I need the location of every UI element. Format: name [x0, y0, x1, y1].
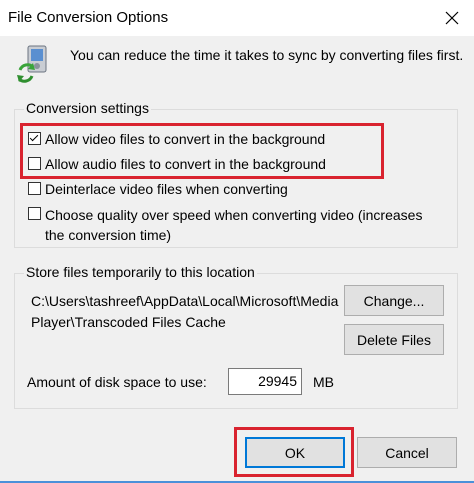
intro-text: You can reduce the time it takes to sync… — [70, 47, 464, 63]
deinterlace-video-checkbox[interactable] — [28, 182, 41, 195]
cancel-button[interactable]: Cancel — [357, 437, 457, 468]
title-bar: File Conversion Options — [0, 0, 474, 36]
close-button[interactable] — [430, 0, 474, 36]
deinterlace-video-option[interactable]: Deinterlace video files when converting — [28, 180, 288, 198]
window-title: File Conversion Options — [8, 9, 169, 26]
delete-files-button[interactable]: Delete Files — [344, 324, 444, 355]
storage-label: Store files temporarily to this location — [24, 264, 257, 280]
disk-space-label: Amount of disk space to use: — [27, 374, 207, 390]
file-conversion-options-dialog: File Conversion Options You can reduce t… — [0, 0, 474, 483]
quality-over-speed-option[interactable]: Choose quality over speed when convertin… — [28, 205, 443, 245]
conversion-settings-label: Conversion settings — [24, 100, 151, 116]
deinterlace-video-label: Deinterlace video files when converting — [45, 181, 288, 197]
audio-video-highlight-box — [20, 123, 384, 179]
change-location-button[interactable]: Change... — [344, 285, 444, 316]
sync-device-icon — [17, 45, 47, 83]
close-icon — [445, 11, 459, 25]
quality-over-speed-label: Choose quality over speed when convertin… — [45, 207, 423, 243]
storage-path: C:\Users\tashreef\AppData\Local\Microsof… — [31, 293, 339, 330]
ok-highlight-box — [234, 427, 354, 477]
disk-space-input[interactable]: 29945 — [228, 368, 302, 395]
disk-space-unit: MB — [313, 374, 334, 390]
quality-over-speed-checkbox[interactable] — [28, 207, 41, 220]
